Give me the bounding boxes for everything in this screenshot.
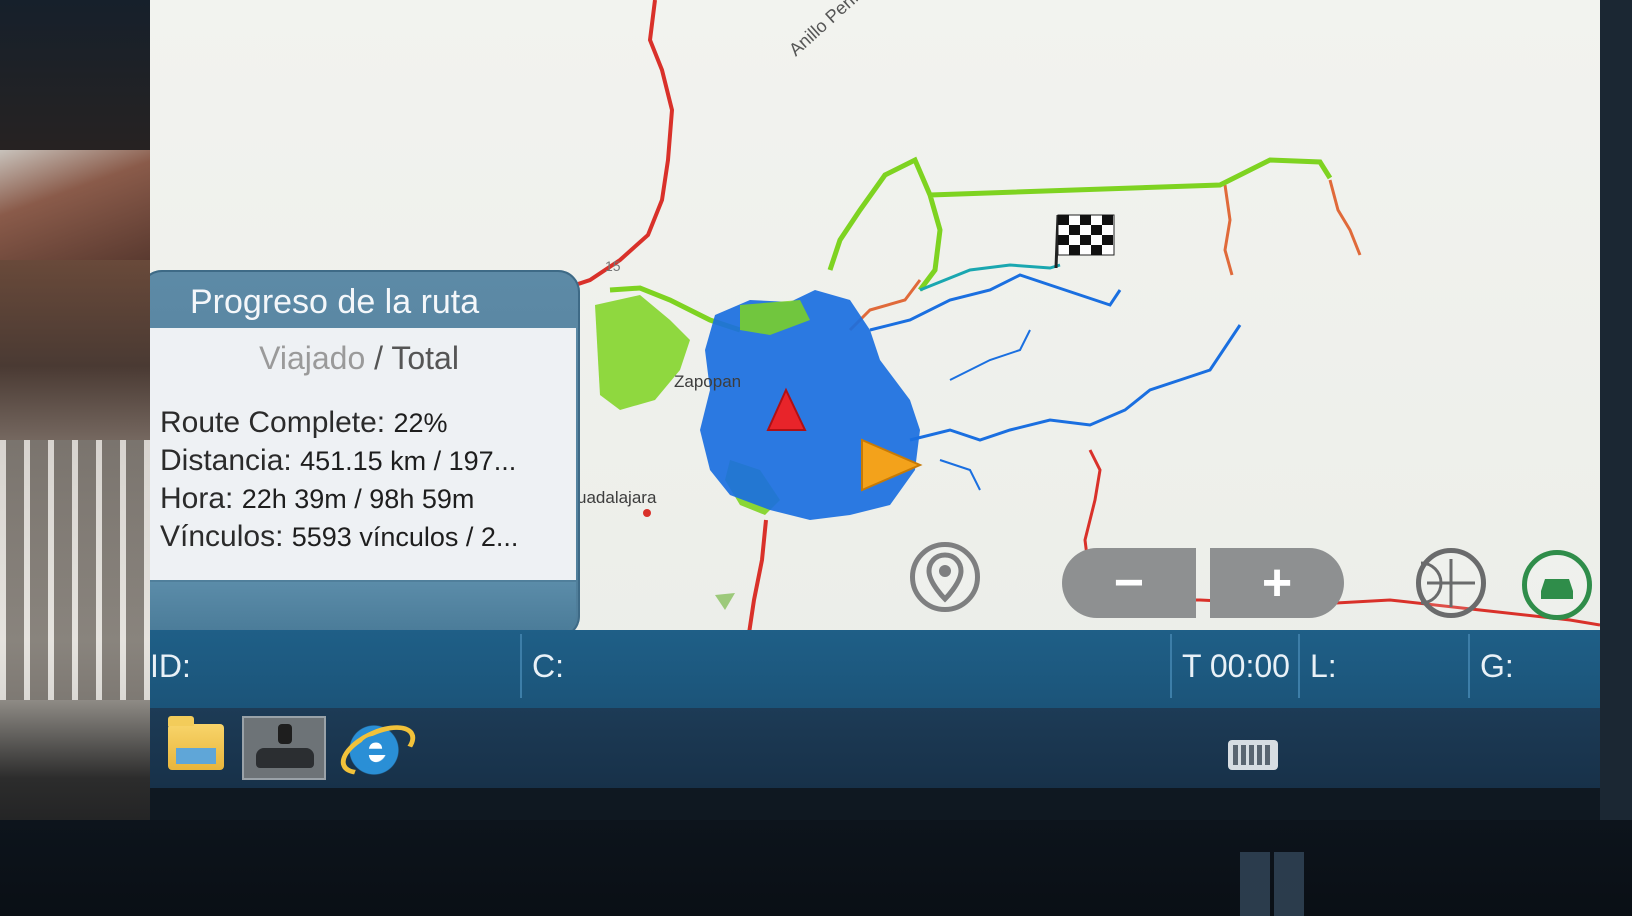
route-progress-panel: Progreso de la ruta Viajado / Total Rout… bbox=[150, 270, 580, 638]
panel-subtitle: Viajado / Total bbox=[150, 340, 576, 377]
background-fence bbox=[0, 440, 150, 700]
time-row: Hora: 22h 39m / 98h 59m bbox=[160, 482, 474, 516]
car-camera-app-icon[interactable] bbox=[242, 716, 326, 780]
crosshair-icon bbox=[1421, 559, 1475, 607]
map-view[interactable]: Anillo Periférico Pon 15 Zapopan uadalaj… bbox=[150, 0, 1600, 660]
keyboard-icon[interactable] bbox=[1228, 740, 1278, 770]
panel-footer bbox=[150, 582, 576, 634]
folder-icon[interactable] bbox=[168, 716, 224, 770]
status-bar: ID: C: T 00:00 L: G: bbox=[150, 630, 1600, 708]
location-pin-button[interactable] bbox=[910, 542, 980, 612]
distance-value: 451.15 km / 197... bbox=[300, 446, 517, 476]
background-roof bbox=[0, 150, 150, 260]
route-complete-label: Route Complete: bbox=[160, 406, 386, 439]
panel-body: Viajado / Total Route Complete: 22% Dist… bbox=[150, 328, 576, 580]
guadalajara-dot bbox=[643, 509, 651, 517]
camera-glyph bbox=[278, 724, 292, 744]
device-screen: Anillo Periférico Pon 15 Zapopan uadalaj… bbox=[150, 0, 1600, 820]
green-area-west bbox=[595, 295, 690, 410]
center-map-button[interactable] bbox=[1416, 548, 1486, 618]
zoom-out-button[interactable]: − bbox=[1062, 548, 1196, 618]
internet-explorer-icon[interactable] bbox=[346, 714, 402, 782]
status-g: G: bbox=[1480, 648, 1514, 684]
screen-bezel-bottom bbox=[0, 820, 1632, 916]
blue-route-east bbox=[909, 324, 1242, 442]
subtitle-traveled: Viajado bbox=[259, 340, 366, 376]
blue-branch-1 bbox=[949, 329, 1031, 381]
status-time: T 00:00 bbox=[1172, 634, 1300, 698]
car-glyph bbox=[256, 748, 314, 768]
green-triangle-marker bbox=[715, 593, 735, 610]
status-id: ID: bbox=[150, 634, 522, 698]
blue-route-northeast bbox=[869, 273, 1122, 332]
orange-branch-2 bbox=[1328, 179, 1362, 256]
distance-row: Distancia: 451.15 km / 197... bbox=[160, 444, 516, 478]
photo-background-left bbox=[0, 0, 150, 916]
city-label-zapopan: Zapopan bbox=[674, 372, 742, 391]
blue-route-teal bbox=[919, 263, 1061, 292]
taskbar bbox=[150, 708, 1600, 788]
status-c: C: bbox=[522, 634, 1172, 698]
city-label-guadalajara: uadalajara bbox=[577, 488, 657, 507]
vehicle-view-button[interactable] bbox=[1522, 550, 1592, 620]
links-row: Vínculos: 5593 vínculos / 2... bbox=[160, 520, 518, 554]
time-label: Hora: bbox=[160, 482, 234, 515]
blue-branch-2 bbox=[939, 459, 981, 491]
car-icon bbox=[1541, 579, 1573, 599]
location-pin-icon bbox=[926, 552, 964, 603]
route-complete-row: Route Complete: 22% bbox=[160, 406, 448, 440]
panel-title: Progreso de la ruta bbox=[190, 283, 480, 321]
zoom-in-button[interactable]: + bbox=[1210, 548, 1344, 618]
time-value: 22h 39m / 98h 59m bbox=[241, 484, 475, 514]
subtitle-separator: / bbox=[365, 340, 392, 376]
road-number-label: 15 bbox=[605, 258, 621, 274]
subtitle-total: Total bbox=[391, 340, 459, 376]
links-label: Vínculos: bbox=[160, 520, 284, 553]
route-complete-value: 22% bbox=[393, 408, 448, 438]
windows-logo-icon bbox=[1240, 852, 1304, 916]
orange-branch-1 bbox=[1223, 184, 1234, 276]
finish-flag-icon bbox=[1054, 214, 1115, 269]
distance-label: Distancia: bbox=[160, 444, 292, 477]
screen-bezel-right bbox=[1600, 0, 1632, 916]
status-l: L: bbox=[1300, 634, 1470, 698]
links-value: 5593 vínculos / 2... bbox=[291, 522, 519, 552]
